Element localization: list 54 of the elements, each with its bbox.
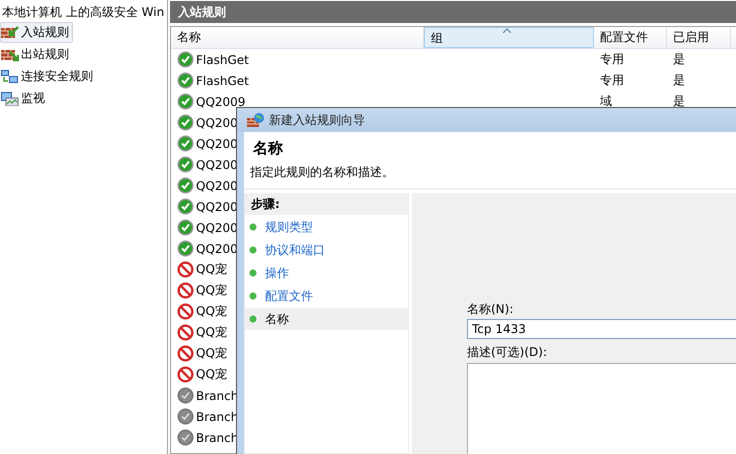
rule-name: QQ宠 [196,366,227,383]
rule-name: FlashGet [196,52,249,66]
enabled-cell: 是 [673,93,685,110]
rule-name: QQ200 [196,220,238,234]
rule-name: QQ200 [196,178,238,192]
firewall-globe-icon [247,112,265,128]
bullet-icon [249,292,257,300]
rule-name: QQ200 [196,158,238,172]
rule-name: QQ宠 [196,303,227,320]
description-label: 描述(可选)(D): [467,344,548,360]
computers-icon [1,70,19,84]
rule-name: QQ200 [196,136,238,150]
profile-cell: 专用 [600,72,624,89]
name-field[interactable]: Tcp 1433 [467,319,736,339]
bullet-icon [249,223,257,231]
tree-item[interactable]: 监视 [0,88,49,109]
step-item[interactable]: 名称 [245,308,408,330]
steps-heading: 步骤: [245,193,408,215]
enabled-cell: 是 [673,51,685,68]
column-header[interactable]: 配置文件 [594,27,667,48]
name-label: 名称(N): [467,301,514,317]
rule-name: QQ宠 [196,324,227,341]
panel-title: 入站规则 [170,1,736,23]
dialog-title: 新建入站规则向导 [269,112,365,128]
rule-name: QQ200 [196,200,238,214]
enabled-cell: 是 [673,72,685,89]
tree-item[interactable]: 连接安全规则 [0,66,97,87]
tree-root-label[interactable]: 本地计算机 上的高级安全 Win [0,3,167,22]
profile-cell: 域 [600,93,612,110]
rule-name: QQ宠 [196,345,227,362]
rule-name: FlashGet [196,74,249,88]
bullet-icon [249,315,257,323]
rule-name: QQ2009 [196,94,246,108]
column-header[interactable]: 组 [424,27,594,48]
column-header[interactable]: 已启用 [667,27,731,48]
rule-name: QQ宠 [196,261,227,278]
rule-name: QQ宠 [196,282,227,299]
rule-name: QQ200 [196,116,238,130]
tree-item[interactable]: 入站规则 [0,22,73,43]
tree-item[interactable]: 出站规则 [0,44,73,65]
step-item[interactable]: 配置文件 [245,285,408,307]
step-item[interactable]: 操作 [245,262,408,284]
page-description: 指定此规则的名称和描述。 [250,164,395,181]
page-heading: 名称 [253,138,284,158]
description-field[interactable] [467,363,736,454]
firewall-icon [1,26,19,40]
firewall-icon [1,48,19,62]
step-item[interactable]: 规则类型 [245,216,408,238]
bullet-icon [249,246,257,254]
profile-cell: 专用 [600,51,624,68]
step-item[interactable]: 协议和端口 [245,239,408,261]
bullet-icon [249,269,257,277]
rule-name: QQ200 [196,242,238,256]
monitor-icon [1,92,19,106]
